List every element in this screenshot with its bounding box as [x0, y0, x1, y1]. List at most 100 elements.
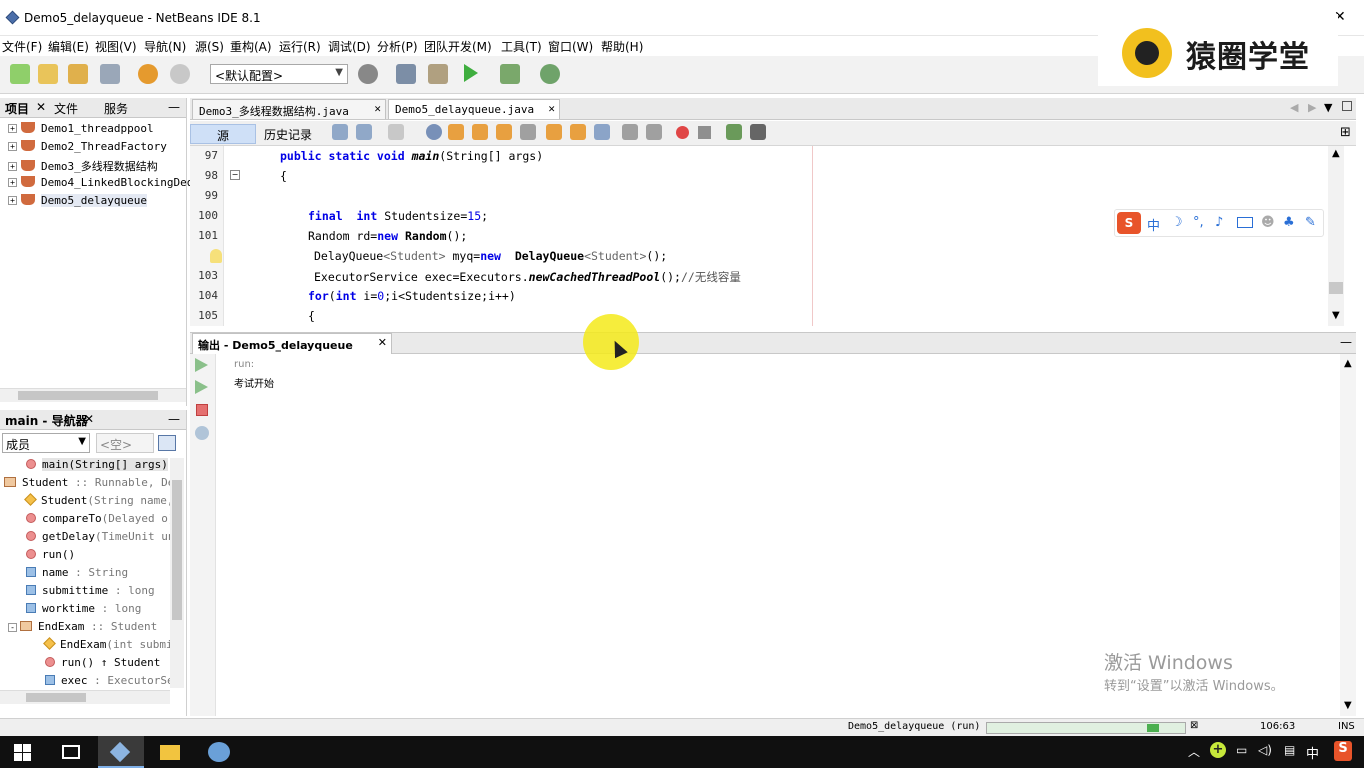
- last-edit-icon[interactable]: [332, 124, 348, 140]
- project-item[interactable]: + Demo4_LinkedBlockingDequ: [8, 176, 200, 194]
- nav-member[interactable]: compareTo(Delayed o): [26, 512, 174, 530]
- member-filter-select[interactable]: 成员 ▼: [2, 433, 90, 453]
- toggle-bookmark-icon[interactable]: [594, 124, 610, 140]
- moon-icon[interactable]: ☽: [1171, 215, 1183, 230]
- menu-navigate[interactable]: 导航(N): [144, 38, 186, 55]
- minimize-icon[interactable]: —: [1340, 335, 1352, 349]
- open-project-icon[interactable]: [68, 64, 88, 84]
- build-hammer-icon[interactable]: [396, 64, 416, 84]
- scroll-up-icon[interactable]: ▲: [1344, 358, 1352, 369]
- editor-tab-active[interactable]: Demo5_delayqueue.java ✕: [388, 99, 560, 119]
- back-icon[interactable]: [356, 124, 372, 140]
- sogou-logo-icon[interactable]: S: [1117, 212, 1141, 234]
- nav-member[interactable]: run() ↑ Student: [45, 656, 160, 674]
- history-tab[interactable]: 历史记录: [256, 124, 320, 144]
- find-icon[interactable]: [426, 124, 442, 140]
- menu-team[interactable]: 团队开发(M): [424, 38, 492, 55]
- show-hidden-icons[interactable]: ︿: [1188, 743, 1200, 760]
- shift-right-icon[interactable]: [646, 124, 662, 140]
- user-icon[interactable]: ☻: [1261, 215, 1275, 230]
- horizontal-scrollbar[interactable]: [0, 388, 186, 402]
- editor-vertical-scrollbar[interactable]: ▲ ▼: [1328, 146, 1344, 326]
- nav-member[interactable]: Student(String name,: [24, 493, 173, 512]
- output-vertical-scrollbar[interactable]: ▲ ▼: [1340, 354, 1356, 716]
- menu-help[interactable]: 帮助(H): [601, 38, 643, 55]
- close-icon[interactable]: ✕: [84, 412, 94, 426]
- network-icon[interactable]: ▭: [1236, 743, 1247, 757]
- debug-icon[interactable]: [500, 64, 520, 84]
- comment-icon[interactable]: [726, 124, 742, 140]
- nav-member[interactable]: EndExam(int submi: [43, 637, 173, 656]
- nav-member[interactable]: - EndExam :: Student: [8, 620, 157, 638]
- horizontal-scrollbar[interactable]: [0, 690, 170, 704]
- rect-select-icon[interactable]: [520, 124, 536, 140]
- tab-files[interactable]: 文件: [54, 100, 78, 117]
- file-explorer-icon[interactable]: [160, 745, 180, 760]
- profile-icon[interactable]: [540, 64, 560, 84]
- scroll-tabs-left-icon[interactable]: ◀: [1290, 101, 1298, 114]
- new-file-icon[interactable]: [10, 64, 30, 84]
- expand-icon[interactable]: +: [8, 196, 17, 205]
- task-view-icon[interactable]: [62, 745, 80, 759]
- menu-file[interactable]: 文件(F): [2, 38, 42, 55]
- expand-icon[interactable]: +: [8, 178, 17, 187]
- expand-icon[interactable]: +: [8, 142, 17, 151]
- close-icon[interactable]: ✕: [548, 102, 555, 115]
- scope-select[interactable]: <空>: [96, 433, 154, 453]
- scrollbar-thumb[interactable]: [26, 693, 86, 702]
- rerun-icon[interactable]: [195, 358, 208, 372]
- scroll-up-icon[interactable]: ▲: [1332, 148, 1340, 159]
- tools-icon[interactable]: ✎: [1305, 215, 1316, 230]
- project-item[interactable]: + Demo1_threadppool: [8, 122, 154, 140]
- nav-member[interactable]: name : String: [26, 566, 128, 584]
- start-macro-icon[interactable]: [676, 126, 689, 139]
- cancel-task-icon[interactable]: ⊠: [1190, 720, 1198, 731]
- vertical-scrollbar[interactable]: [170, 458, 184, 688]
- navigator-title[interactable]: main - 导航器: [5, 412, 88, 429]
- keyboard-icon[interactable]: [1237, 217, 1253, 228]
- scrollbar-thumb[interactable]: [172, 480, 182, 620]
- microphone-icon[interactable]: ♪: [1215, 215, 1223, 230]
- close-icon[interactable]: ✕: [374, 102, 381, 115]
- ime-mode-icon[interactable]: 中: [1147, 215, 1160, 234]
- project-item[interactable]: + Demo2_ThreadFactory: [8, 140, 167, 158]
- fold-icon[interactable]: −: [230, 170, 240, 180]
- maximize-icon[interactable]: [1342, 101, 1352, 111]
- save-all-icon[interactable]: [100, 64, 120, 84]
- nav-member[interactable]: Student :: Runnable, Del: [4, 476, 181, 494]
- source-tab[interactable]: 源: [190, 124, 256, 144]
- scrollbar-thumb[interactable]: [18, 391, 158, 400]
- nav-member[interactable]: run(): [26, 548, 75, 566]
- nav-member[interactable]: worktime : long: [26, 602, 141, 620]
- redo-icon[interactable]: [170, 64, 190, 84]
- configuration-select[interactable]: <默认配置> ▼: [210, 64, 348, 84]
- find-previous-icon[interactable]: [448, 124, 464, 140]
- rerun-with-params-icon[interactable]: [195, 380, 208, 394]
- ime-toolbar[interactable]: S 中 ☽ °, ♪ ☻ ♣ ✎: [1114, 209, 1324, 237]
- collapse-icon[interactable]: -: [8, 623, 17, 632]
- settings-icon[interactable]: [195, 426, 209, 440]
- volume-icon[interactable]: ◁): [1258, 743, 1272, 757]
- forward-icon[interactable]: [388, 124, 404, 140]
- menu-run[interactable]: 运行(R): [279, 38, 321, 55]
- stop-macro-icon[interactable]: [698, 126, 711, 139]
- editor-tab[interactable]: Demo3_多线程数据结构.java ✕: [192, 99, 386, 119]
- project-item-selected[interactable]: + Demo5_delayqueue: [8, 194, 147, 212]
- menu-edit[interactable]: 编辑(E): [48, 38, 89, 55]
- clean-build-icon[interactable]: [428, 64, 448, 84]
- prev-bookmark-icon[interactable]: [546, 124, 562, 140]
- menu-tools[interactable]: 工具(T): [501, 38, 542, 55]
- uncomment-icon[interactable]: [750, 124, 766, 140]
- menu-view[interactable]: 视图(V): [95, 38, 137, 55]
- close-icon[interactable]: ✕: [36, 100, 46, 114]
- scroll-down-icon[interactable]: ▼: [1332, 310, 1340, 321]
- windows-start-icon[interactable]: [14, 744, 31, 761]
- menu-profile[interactable]: 分析(P): [377, 38, 418, 55]
- sogou-tray-icon[interactable]: S: [1334, 741, 1352, 761]
- skin-icon[interactable]: ♣: [1283, 215, 1295, 230]
- tab-projects[interactable]: 项目: [5, 100, 29, 117]
- split-window-icon[interactable]: ⊞: [1340, 125, 1351, 140]
- menu-refactor[interactable]: 重构(A): [230, 38, 272, 55]
- find-next-icon[interactable]: [472, 124, 488, 140]
- output-tab[interactable]: 输出 - Demo5_delayqueue (run)✕: [192, 333, 392, 366]
